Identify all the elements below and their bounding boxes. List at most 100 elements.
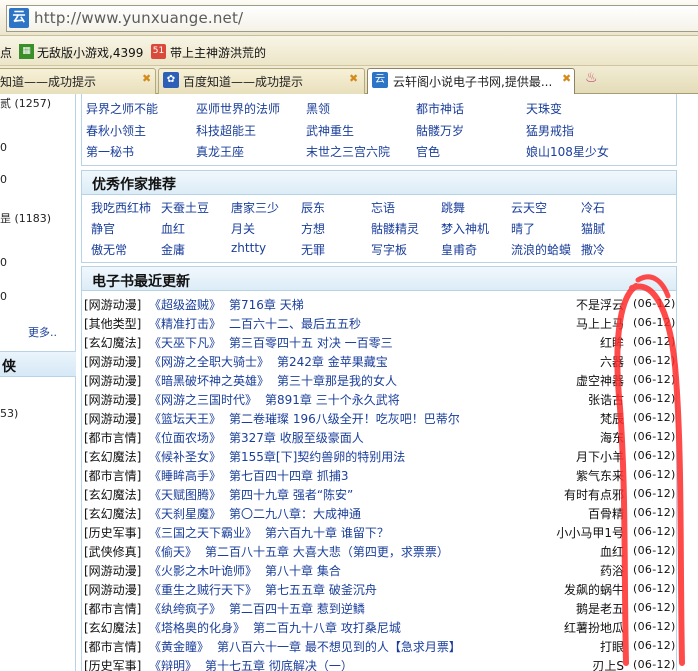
- bookmark-item-0[interactable]: 点: [0, 44, 12, 61]
- chapter-link[interactable]: 第〇二九八章：大成神通: [229, 505, 361, 522]
- author-name[interactable]: 梵辰: [600, 410, 624, 427]
- author-link[interactable]: 天蚕土豆: [161, 199, 209, 216]
- book-link[interactable]: 末世之三宫六院: [306, 143, 390, 160]
- author-name[interactable]: 紫气东来: [576, 467, 624, 484]
- author-link[interactable]: 猫腻: [581, 220, 605, 237]
- book-title-link[interactable]: 《黄金瞳》: [149, 638, 209, 655]
- category-label[interactable]: [网游动漫]: [84, 353, 141, 370]
- author-link[interactable]: 傲无常: [91, 241, 127, 258]
- author-link[interactable]: zhttty: [231, 241, 266, 255]
- author-name[interactable]: 血红: [600, 543, 624, 560]
- author-link[interactable]: 月关: [231, 220, 255, 237]
- author-name[interactable]: 月下小羊: [576, 448, 624, 465]
- category-label[interactable]: [玄幻魔法]: [84, 619, 141, 636]
- sidebar-line-0[interactable]: 贰 (1257): [0, 95, 51, 111]
- chapter-link[interactable]: 第155章[下]契约兽卵的特别用法: [229, 448, 405, 465]
- book-link[interactable]: 第一秘书: [86, 143, 134, 160]
- book-title-link[interactable]: 《精准打击》: [149, 315, 221, 332]
- url-text[interactable]: http://www.yunxuange.net/: [34, 9, 243, 27]
- book-title-link[interactable]: 《超级盗贼》: [149, 296, 221, 313]
- book-link[interactable]: 骷髅万岁: [416, 122, 464, 139]
- author-link[interactable]: 梦入神机: [441, 220, 489, 237]
- category-label[interactable]: [网游动漫]: [84, 296, 141, 313]
- author-link[interactable]: 忘语: [371, 199, 395, 216]
- chapter-link[interactable]: 第七五五章 破釜沉舟: [265, 581, 377, 598]
- author-link[interactable]: 跳舞: [441, 199, 465, 216]
- author-name[interactable]: 打眼: [600, 638, 624, 655]
- category-label[interactable]: [武侠修真]: [84, 543, 141, 560]
- book-link[interactable]: 官色: [416, 143, 440, 160]
- category-label[interactable]: [历史军事]: [84, 657, 141, 671]
- author-name[interactable]: 百骨精: [588, 505, 624, 522]
- book-link[interactable]: 猛男戒指: [526, 122, 574, 139]
- author-name[interactable]: 张诰古: [588, 391, 624, 408]
- chapter-link[interactable]: 第二百九十八章 攻打桑尼城: [253, 619, 401, 636]
- category-label[interactable]: [其他类型]: [84, 315, 141, 332]
- book-title-link[interactable]: 《火影之木叶诡师》: [149, 562, 257, 579]
- author-link[interactable]: 金庸: [161, 241, 185, 258]
- category-label[interactable]: [都市言情]: [84, 429, 141, 446]
- book-title-link[interactable]: 《天赋图腾》: [149, 486, 221, 503]
- author-link[interactable]: 无罪: [301, 241, 325, 258]
- book-link[interactable]: 都市神话: [416, 100, 464, 117]
- book-title-link[interactable]: 《位面农场》: [149, 429, 221, 446]
- new-tab-icon[interactable]: ♨: [585, 70, 601, 88]
- category-label[interactable]: [网游动漫]: [84, 581, 141, 598]
- chapter-link[interactable]: 二百六十二、最后五五秒: [229, 315, 361, 332]
- tab-close-icon[interactable]: ✖: [142, 72, 151, 85]
- book-link[interactable]: 黑领: [306, 100, 330, 117]
- book-link[interactable]: 春秋小领主: [86, 122, 146, 139]
- author-link[interactable]: 撒冷: [581, 241, 605, 258]
- author-link[interactable]: 皇甫奇: [441, 241, 477, 258]
- category-label[interactable]: [都市言情]: [84, 638, 141, 655]
- category-label[interactable]: [玄幻魔法]: [84, 448, 141, 465]
- chapter-link[interactable]: 第三百零四十五 对决 一百零三: [229, 334, 393, 351]
- book-link[interactable]: 科技超能王: [196, 122, 256, 139]
- book-title-link[interactable]: 《候补圣女》: [149, 448, 221, 465]
- book-link[interactable]: 天珠变: [526, 100, 562, 117]
- author-link[interactable]: 血红: [161, 220, 185, 237]
- chapter-link[interactable]: 第二百四十五章 惹到逆鳞: [229, 600, 365, 617]
- book-title-link[interactable]: 《睡眸高手》: [149, 467, 221, 484]
- sidebar-line-3[interactable]: 昰 (1183): [0, 210, 51, 226]
- chapter-link[interactable]: 第327章 收服至级豪面人: [229, 429, 364, 446]
- chapter-link[interactable]: 第七百四十四章 抓捕3: [229, 467, 348, 484]
- category-label[interactable]: [玄幻魔法]: [84, 486, 141, 503]
- book-title-link[interactable]: 《偷天》: [149, 543, 197, 560]
- book-title-link[interactable]: 《辩明》: [149, 657, 197, 671]
- book-title-link[interactable]: 《天刹星魔》: [149, 505, 221, 522]
- author-link[interactable]: 晴了: [511, 220, 535, 237]
- category-label[interactable]: [网游动漫]: [84, 562, 141, 579]
- book-title-link[interactable]: 《天巫下凡》: [149, 334, 221, 351]
- book-link[interactable]: 娘山108星少女: [526, 143, 609, 160]
- chapter-link[interactable]: 第二卷璀璨 196八级全开！吃灰吧！巴蒂尔: [229, 410, 460, 427]
- category-label[interactable]: [玄幻魔法]: [84, 505, 141, 522]
- author-link[interactable]: 云天空: [511, 199, 547, 216]
- bookmark-item-1[interactable]: 无敌版小游戏,4399: [37, 44, 143, 61]
- chapter-link[interactable]: 第716章 天梯: [229, 296, 304, 313]
- chapter-link[interactable]: 第242章 金苹果藏宝: [277, 353, 388, 370]
- book-link[interactable]: 巫师世界的法师: [196, 100, 280, 117]
- tab-close-icon[interactable]: ✖: [349, 72, 358, 85]
- book-title-link[interactable]: 《篮坛天王》: [149, 410, 221, 427]
- author-link[interactable]: 静官: [91, 220, 115, 237]
- author-link[interactable]: 流浪的蛤蟆: [511, 241, 571, 258]
- author-link[interactable]: 我吃西红柿: [91, 199, 151, 216]
- book-title-link[interactable]: 《重生之贼行天下》: [149, 581, 257, 598]
- category-label[interactable]: [都市言情]: [84, 600, 141, 617]
- author-name[interactable]: 发飙的蜗牛: [564, 581, 624, 598]
- author-name[interactable]: 红眸: [600, 334, 624, 351]
- category-label[interactable]: [玄幻魔法]: [84, 334, 141, 351]
- chapter-link[interactable]: 第十七五章 彻底解决（一）: [205, 657, 353, 671]
- author-link[interactable]: 方想: [301, 220, 325, 237]
- author-link[interactable]: 辰东: [301, 199, 325, 216]
- chapter-link[interactable]: 第三十章那是我的女人: [277, 372, 397, 389]
- chapter-link[interactable]: 第八百六十一章 最不想见到的人【急求月票】: [217, 638, 461, 655]
- book-title-link[interactable]: 《纨绔疯子》: [149, 600, 221, 617]
- book-link[interactable]: 真龙王座: [196, 143, 244, 160]
- book-title-link[interactable]: 《网游之全职大骑士》: [149, 353, 269, 370]
- book-title-link[interactable]: 《三国之天下霸业》: [149, 524, 257, 541]
- chapter-link[interactable]: 第六百九十章 谁留下？: [265, 524, 389, 541]
- author-name[interactable]: 六器: [600, 353, 624, 370]
- tab-close-icon[interactable]: ✖: [562, 72, 571, 85]
